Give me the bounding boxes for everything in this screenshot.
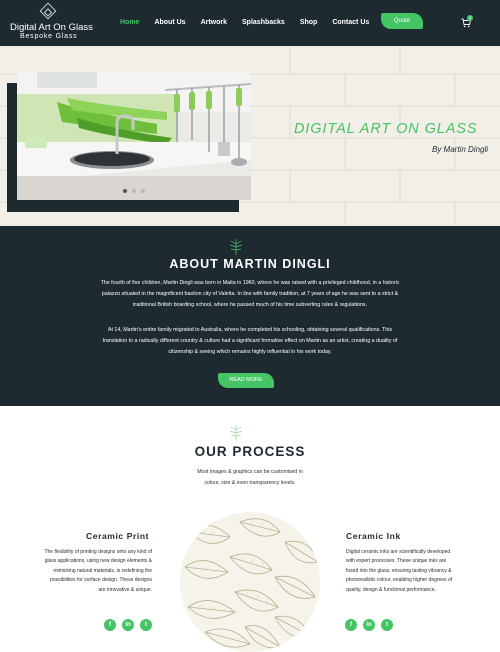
logo-subtitle: Bespoke Glass <box>20 33 78 40</box>
process-subtitle: Most images & graphics can be customised… <box>197 469 303 486</box>
hero-title: DIGITAL ART ON GLASS <box>294 121 478 137</box>
read-more-button[interactable]: READ MORE <box>218 373 274 388</box>
linkedin-icon[interactable]: in <box>363 619 375 631</box>
twitter-icon[interactable]: t <box>381 619 393 631</box>
slider-dot-1[interactable] <box>123 189 127 193</box>
leaf-icon <box>229 239 243 255</box>
slider-dot-2[interactable] <box>132 189 136 193</box>
logo-diamond-icon[interactable] <box>39 2 57 20</box>
nav-contact-us[interactable]: Contact Us <box>332 19 369 26</box>
cart-count-badge: 0 <box>467 15 473 21</box>
nav-home[interactable]: Home <box>120 19 139 26</box>
social-links-right: f in t <box>345 619 393 631</box>
slider-dots <box>123 189 145 193</box>
ceramic-print-title: Ceramic Print <box>86 531 150 541</box>
linkedin-icon[interactable]: in <box>122 619 134 631</box>
kitchen-splashback-image <box>17 72 251 200</box>
nav-about-us[interactable]: About Us <box>154 19 185 26</box>
process-section: OUR PROCESS Most images & graphics can b… <box>0 406 500 652</box>
nav-artwork[interactable]: Artwork <box>201 19 227 26</box>
process-title: OUR PROCESS <box>194 444 306 459</box>
about-paragraph-2: At 14, Martin's entire family migrated t… <box>102 327 398 355</box>
social-links-left: f in t <box>104 619 152 631</box>
facebook-icon[interactable]: f <box>104 619 116 631</box>
leaf-icon <box>229 425 243 441</box>
slider-dot-3[interactable] <box>141 189 145 193</box>
about-section: ABOUT MARTIN DINGLI The fourth of five c… <box>0 226 500 406</box>
ceramic-ink-text: Digital ceramic inks are scientifically … <box>346 549 453 593</box>
leaf-pattern-image <box>180 512 320 652</box>
main-nav: Home About Us Artwork Splashbacks Shop C… <box>120 19 384 26</box>
about-title: ABOUT MARTIN DINGLI <box>169 257 331 271</box>
quote-button[interactable]: Quote <box>381 13 423 29</box>
nav-shop[interactable]: Shop <box>300 19 318 26</box>
nav-splashbacks[interactable]: Splashbacks <box>242 19 285 26</box>
site-header: Digital Art On Glass Bespoke Glass Home … <box>0 0 500 46</box>
twitter-icon[interactable]: t <box>140 619 152 631</box>
about-paragraph-1: The fourth of five children, Martin Ding… <box>100 280 400 308</box>
ceramic-print-text: The flexibility of printing designs onto… <box>44 549 152 593</box>
hero-byline: By Martin Dingli <box>432 145 489 154</box>
ceramic-ink-title: Ceramic Ink <box>346 531 401 541</box>
logo-title[interactable]: Digital Art On Glass <box>10 22 93 33</box>
hero-section: DIGITAL ART ON GLASS By Martin Dingli <box>0 46 500 226</box>
facebook-icon[interactable]: f <box>345 619 357 631</box>
